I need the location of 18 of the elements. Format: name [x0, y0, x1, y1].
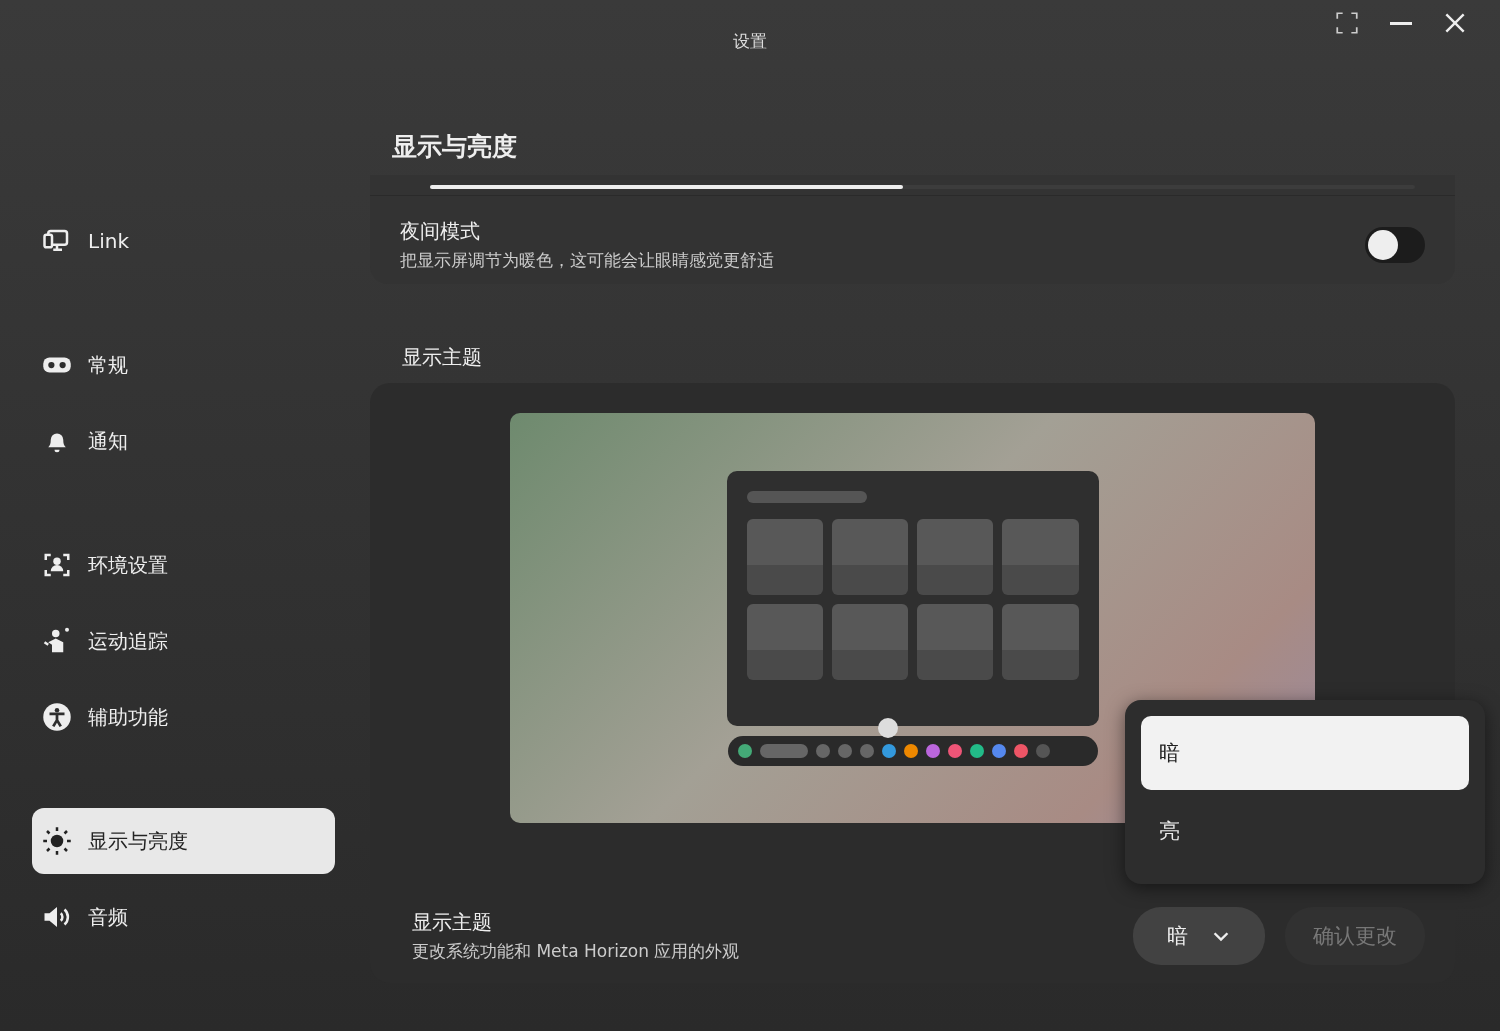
sidebar-item[interactable]: 显示与亮度 — [32, 808, 335, 874]
menu-option[interactable]: 暗 — [1141, 716, 1469, 790]
setting-title: 夜间模式 — [400, 218, 481, 245]
setting-description: 更改系统功能和 Meta Horizon 应用的外观 — [412, 940, 741, 963]
sidebar-item[interactable]: 音频 — [32, 884, 335, 950]
theme-dropdown[interactable]: 暗 — [1133, 907, 1265, 965]
setting-description: 把显示屏调节为暖色，这可能会让眼睛感觉更舒适 — [400, 249, 774, 272]
sidebar-item[interactable]: Link — [32, 208, 335, 274]
page-title: 显示与亮度 — [392, 131, 518, 163]
setting-title: 显示主题 — [412, 909, 493, 936]
sidebar-item[interactable]: 运动追踪 — [32, 608, 335, 674]
sidebar-item[interactable]: 常规 — [32, 332, 335, 398]
section-heading: 显示主题 — [402, 344, 483, 371]
window-title: 设置 — [733, 30, 767, 53]
sidebar-item[interactable]: 辅助功能 — [32, 684, 335, 750]
sidebar-item[interactable]: 环境设置 — [32, 532, 335, 598]
sidebar-item[interactable]: 通知 — [32, 408, 335, 474]
menu-option[interactable]: 亮 — [1141, 794, 1469, 868]
